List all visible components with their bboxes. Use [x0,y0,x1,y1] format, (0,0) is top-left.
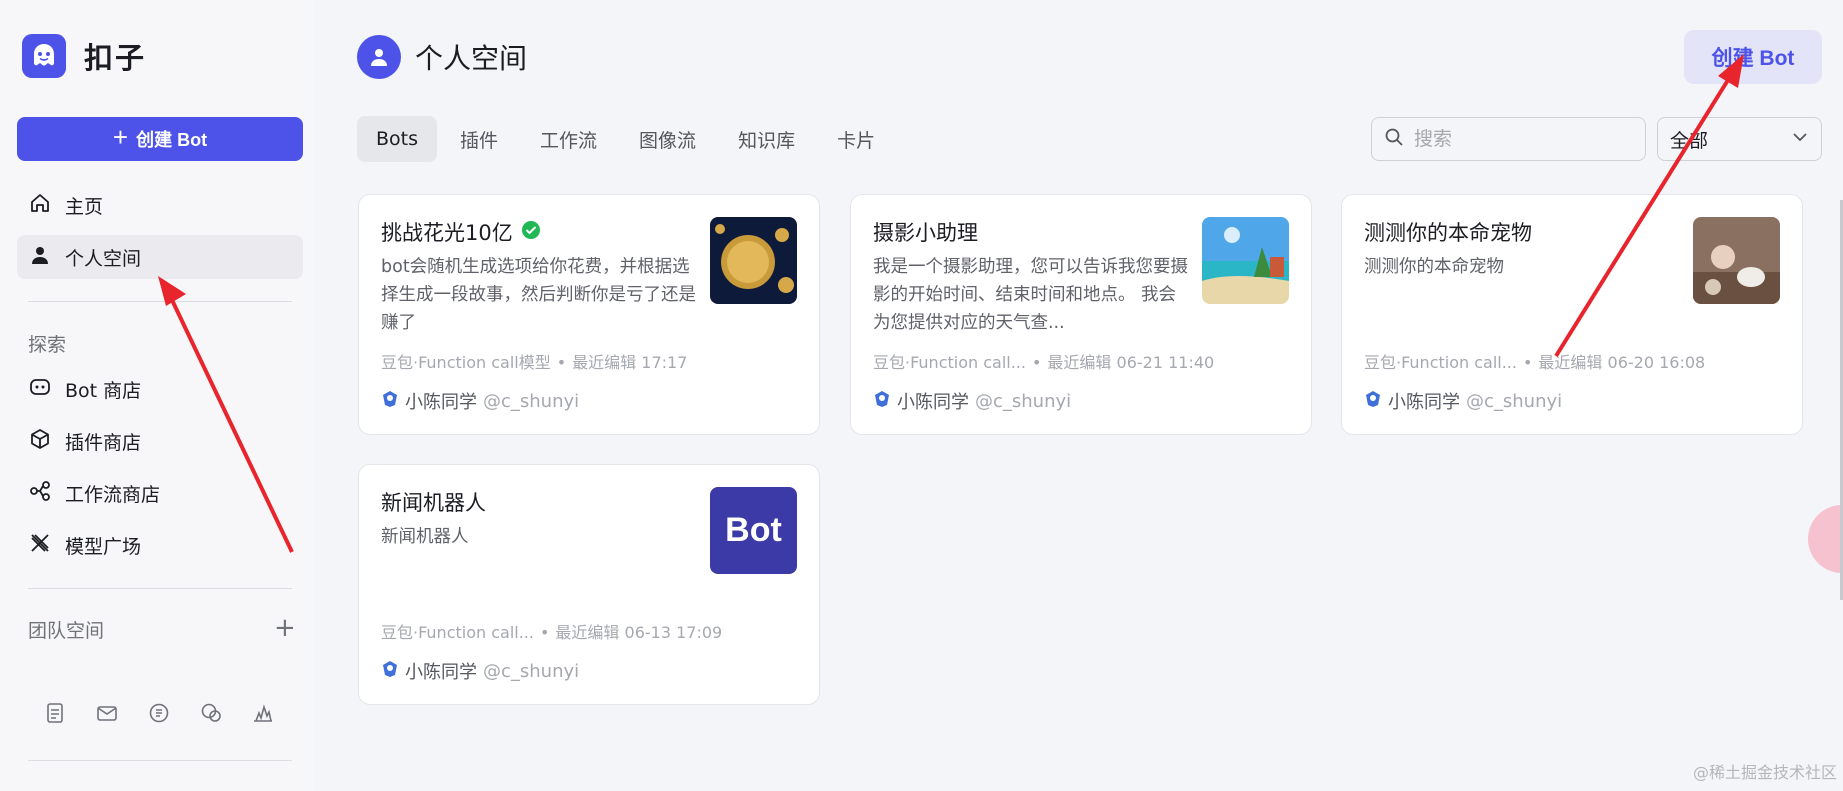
page-title: 个人空间 [415,42,528,75]
bot-card[interactable]: 摄影小助理 我是一个摄影助理，您可以告诉我您要摄影的开始时间、结束时间和地点。 … [850,194,1312,435]
bot-card-description: 我是一个摄影助理，您可以告诉我您要摄影的开始时间、结束时间和地点。 我会为您提供… [873,257,1188,333]
bot-card-author: 小陈同学 @c_shunyi [381,388,579,414]
cube-icon [29,428,51,455]
bot-card[interactable]: 新闻机器人 新闻机器人 Bot 豆包·Function call... • 最近编辑… [358,464,820,705]
bot-card[interactable]: 测测你的本命宠物 测测你的本命宠物 豆包·Function call... • 最近… [1341,194,1803,435]
sidebar-item-label: 模型广场 [65,535,142,558]
filter-value: 全部 [1670,129,1709,152]
bot-name: 测测你的本命宠物 [1364,221,1532,245]
sidebar-item-label: 工作流商店 [65,483,161,506]
mail-icon[interactable] [96,702,118,724]
author-avatar-icon [1364,390,1382,413]
filter-select[interactable]: 全部 [1657,117,1822,161]
sidebar: 扣子 + 创建 Bot 主页 个人空间 探索 Bot 商店 插件商店 工作流商店… [0,0,314,791]
brand-name: 扣子 [84,41,147,75]
bot-card-title: 挑战花光10亿 [381,217,541,247]
tab-bots[interactable]: Bots [357,116,438,162]
sidebar-item-label: 插件商店 [65,431,142,454]
team-space-label: 团队空间 [28,620,105,642]
sidebar-item-workflow-store[interactable]: 工作流商店 [17,471,303,515]
chat-icon[interactable] [148,702,170,724]
bot-name: 新闻机器人 [381,491,486,515]
sidebar-item-plugin-store[interactable]: 插件商店 [17,419,303,463]
tab-plugins[interactable]: 插件 [441,116,517,162]
bot-name: 挑战花光10亿 [381,221,513,245]
beach-thumbnail [1202,217,1289,304]
sidebar-divider [28,588,292,589]
bot-name: 摄影小助理 [873,221,978,245]
search-box[interactable] [1371,117,1646,161]
bot-thumbnail-text: Bot [710,487,797,574]
chart-icon[interactable] [252,702,274,724]
coze-logo-icon [22,34,66,78]
sidebar-item-model-plaza[interactable]: 模型广场 [17,523,303,567]
verified-icon [521,220,541,245]
space-tabs: Bots 插件 工作流 图像流 知识库 卡片 [357,116,898,162]
sidebar-divider [28,760,292,761]
sidebar-divider [28,301,292,302]
user-icon [29,244,51,271]
create-bot-label: 创建 Bot [136,130,208,150]
pets-thumbnail [1693,217,1780,304]
coin-thumbnail [710,217,797,304]
bot-card-description: 新闻机器人 [381,527,469,547]
tab-knowledge[interactable]: 知识库 [719,116,814,162]
bot-card-description: 测测你的本命宠物 [1364,257,1504,277]
sidebar-item-bot-store[interactable]: Bot 商店 [17,367,303,411]
sidebar-item-home[interactable]: 主页 [17,183,303,227]
bot-card-meta: 豆包·Function call... • 最近编辑 06-20 16:08 [1364,353,1706,372]
sidebar-item-label: 主页 [65,195,104,218]
bot-card-author: 小陈同学 @c_shunyi [381,658,579,684]
workflow-icon [29,480,51,507]
floating-assistant-bubble[interactable] [1808,505,1843,573]
tab-workflow[interactable]: 工作流 [521,116,616,162]
bot-card-meta: 豆包·Function call... • 最近编辑 06-13 17:09 [381,623,723,642]
author-avatar-icon [873,390,891,413]
document-icon[interactable] [44,702,66,724]
sidebar-item-label: 个人空间 [65,247,142,270]
bot-card-meta: 豆包·Function call模型 • 最近编辑 17:17 [381,353,688,372]
plus-icon: + [112,122,129,152]
search-input[interactable] [1414,128,1634,150]
search-icon [1384,127,1404,151]
bot-card-author: 小陈同学 @c_shunyi [1364,388,1562,414]
bot-card[interactable]: 挑战花光10亿 bot会随机生成选项给你花费，并根据选择生成一段故事，然后判断你… [358,194,820,435]
add-team-button[interactable]: + [274,614,296,642]
author-avatar-icon [381,660,399,683]
bot-card-meta: 豆包·Function call... • 最近编辑 06-21 11:40 [873,353,1215,372]
bot-card-title: 测测你的本命宠物 [1364,217,1532,247]
bot-card-description: bot会随机生成选项给你花费，并根据选择生成一段故事，然后判断你是亏了还是赚了 [381,257,696,333]
create-bot-button[interactable]: + 创建 Bot [17,117,303,161]
personal-space-icon [357,35,401,79]
tab-imageflow[interactable]: 图像流 [620,116,715,162]
author-avatar-icon [381,390,399,413]
bot-card-title: 新闻机器人 [381,487,486,517]
watermark: @稀土掘金技术社区 [1692,763,1837,782]
chevron-down-icon [1791,128,1809,151]
bot-thumbnail: Bot [710,487,797,574]
bot-card-title: 摄影小助理 [873,217,978,247]
bot-card-author: 小陈同学 @c_shunyi [873,388,1071,414]
tab-cards[interactable]: 卡片 [818,116,894,162]
brand[interactable]: 扣子 [22,34,146,78]
explore-section-label: 探索 [28,334,67,356]
page-header: 个人空间 [357,35,527,79]
sidebar-item-label: Bot 商店 [65,379,142,402]
model-icon [29,532,51,559]
bot-icon [29,376,51,403]
bottom-toolbar [44,702,274,724]
create-bot-top-button[interactable]: 创建 Bot [1684,30,1822,84]
wechat-icon[interactable] [200,702,222,724]
home-icon [29,192,51,219]
sidebar-item-personal-space[interactable]: 个人空间 [17,235,303,279]
